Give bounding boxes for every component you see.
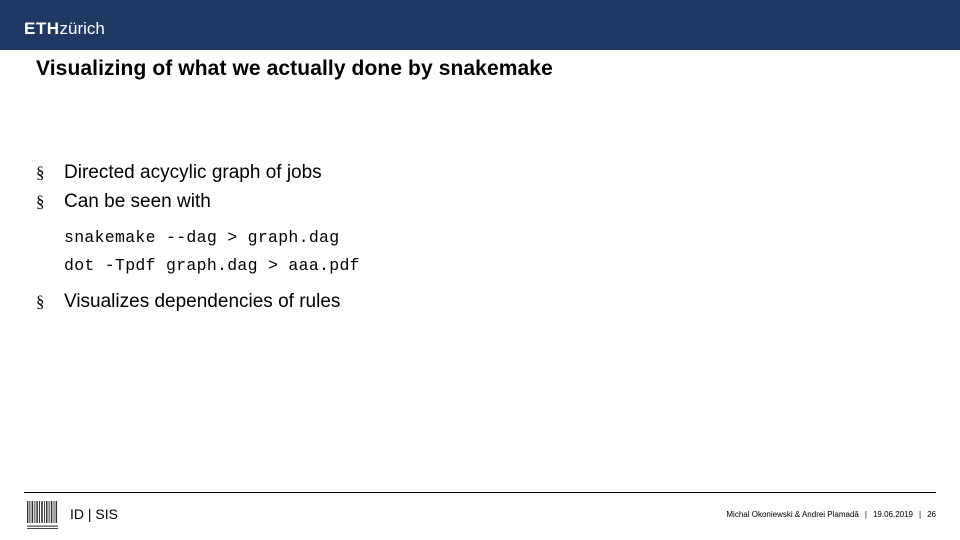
slide-body: § Directed acycylic graph of jobs § Can …	[36, 160, 916, 318]
eth-logo-zurich: zürich	[59, 19, 105, 38]
footer-divider	[24, 492, 936, 493]
bullet-marker-icon: §	[36, 192, 45, 211]
page-title: Visualizing of what we actually done by …	[36, 57, 553, 80]
eth-seal-logo-icon	[26, 500, 60, 530]
bullet-marker-icon: §	[36, 292, 45, 311]
code-block: snakemake --dag > graph.dag dot -Tpdf gr…	[64, 224, 916, 280]
footer-page-number: 26	[927, 510, 936, 519]
footer-date: 19.06.2019	[872, 510, 914, 519]
footer-separator: |	[864, 510, 867, 519]
footer-department: ID | SIS	[70, 506, 118, 522]
footer-authors: Michal Okoniewski & Andrei Plamadă	[726, 510, 859, 519]
slide: ETHzürich Visualizing of what we actuall…	[0, 0, 960, 540]
list-item-label: Can be seen with	[64, 191, 211, 212]
bullet-marker-icon: §	[36, 163, 45, 182]
code-line: dot -Tpdf graph.dag > aaa.pdf	[64, 256, 360, 275]
list-item: § Can be seen with	[36, 189, 916, 215]
eth-logo-eth: ETH	[24, 19, 60, 38]
eth-logo: ETHzürich	[24, 20, 105, 37]
banner-underline	[0, 50, 960, 53]
list-item-label: Directed acycylic graph of jobs	[64, 162, 322, 183]
list-item: § Directed acycylic graph of jobs	[36, 160, 916, 186]
code-line: snakemake --dag > graph.dag	[64, 228, 340, 247]
footer-separator: |	[919, 510, 922, 519]
list-item-label: Visualizes dependencies of rules	[64, 291, 341, 312]
top-banner: ETHzürich	[0, 0, 960, 50]
list-item: § Visualizes dependencies of rules	[36, 289, 916, 315]
footer-meta: Michal Okoniewski & Andrei Plamadă | 19.06…	[726, 510, 936, 519]
